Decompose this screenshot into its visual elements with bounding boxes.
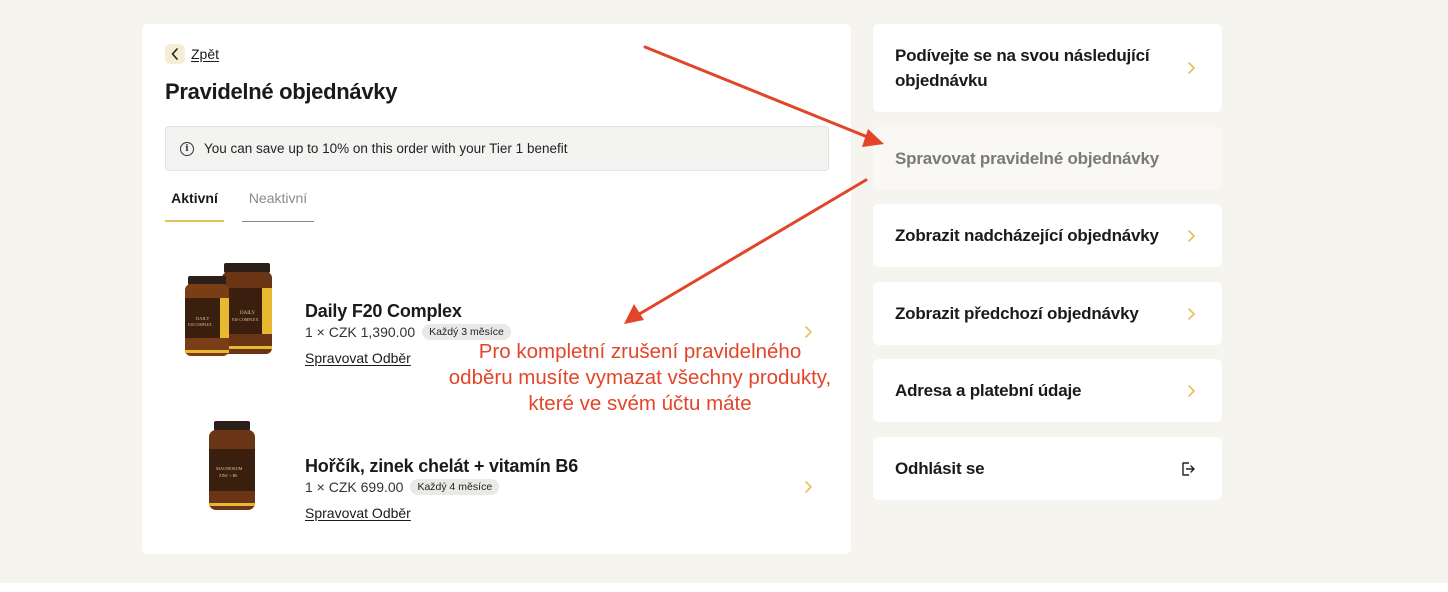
chevron-right-icon[interactable] bbox=[802, 324, 814, 340]
info-banner: i You can save up to 10% on this order w… bbox=[165, 126, 829, 171]
chevron-right-icon bbox=[1188, 229, 1195, 242]
frequency-badge: Každý 3 měsíce bbox=[422, 324, 511, 340]
manage-subscription-link[interactable]: Spravovat Odběr bbox=[305, 505, 411, 521]
back-label[interactable]: Zpět bbox=[191, 46, 219, 62]
svg-text:MAGNESIUM: MAGNESIUM bbox=[216, 466, 243, 471]
product-price-line: 1 × CZK 1,390.00 Každý 3 měsíce bbox=[305, 324, 511, 340]
svg-text:ZINC + B6: ZINC + B6 bbox=[219, 473, 237, 478]
info-icon: i bbox=[180, 141, 194, 156]
sidebar-item-label: Adresa a platební údaje bbox=[895, 381, 1082, 400]
chevron-right-icon bbox=[1188, 384, 1195, 397]
tab-inactive[interactable]: Neaktivní bbox=[242, 190, 314, 222]
product-image: MAGNESIUM ZINC + B6 bbox=[209, 421, 255, 510]
product-price-line: 1 × CZK 699.00 Každý 4 měsíce bbox=[305, 479, 500, 495]
sidebar-item-label: Podívejte se na svou následující objedná… bbox=[895, 46, 1150, 90]
logout-icon bbox=[1182, 461, 1195, 476]
annotation-text: Pro kompletní zrušení pravidelného odběr… bbox=[420, 339, 860, 417]
sidebar-item-upcoming-orders[interactable]: Zobrazit nadcházející objednávky bbox=[873, 204, 1222, 267]
sidebar-item-label: Zobrazit předchozí objednávky bbox=[895, 304, 1139, 323]
chevron-right-icon bbox=[1188, 307, 1195, 320]
page-title: Pravidelné objednávky bbox=[165, 79, 398, 104]
subscriptions-card: Zpět Pravidelné objednávky i You can sav… bbox=[142, 24, 851, 554]
sidebar-item-label: Odhlásit se bbox=[895, 459, 985, 478]
frequency-badge: Každý 4 měsíce bbox=[410, 479, 500, 495]
sidebar-item-manage-subscriptions[interactable]: Spravovat pravidelné objednávky bbox=[873, 127, 1222, 190]
svg-text:F20 COMPLEX: F20 COMPLEX bbox=[232, 317, 258, 322]
svg-text:DAILY: DAILY bbox=[240, 311, 255, 316]
sidebar-item-logout[interactable]: Odhlásit se bbox=[873, 437, 1222, 500]
manage-subscription-link[interactable]: Spravovat Odběr bbox=[305, 350, 411, 366]
product-name: Daily F20 Complex bbox=[305, 301, 462, 321]
info-banner-text: You can save up to 10% on this order wit… bbox=[204, 141, 568, 156]
chevron-left-icon bbox=[165, 44, 185, 64]
annotation-line: Pro kompletní zrušení pravidelného bbox=[478, 340, 802, 363]
product-name: Hořčík, zinek chelát + vitamín B6 bbox=[305, 456, 579, 476]
product-price: 1 × CZK 699.00 bbox=[305, 479, 404, 495]
sidebar-item-label: Spravovat pravidelné objednávky bbox=[895, 149, 1160, 168]
svg-text:F20 COMPLEX: F20 COMPLEX bbox=[188, 323, 212, 327]
product-image: DAILY F20 COMPLEX DAILY F20 COMPLEX bbox=[185, 263, 272, 356]
svg-text:DAILY: DAILY bbox=[196, 316, 210, 321]
sidebar-item-next-order[interactable]: Podívejte se na svou následující objedná… bbox=[873, 24, 1222, 112]
product-price: 1 × CZK 1,390.00 bbox=[305, 324, 416, 340]
product-row: MAGNESIUM ZINC + B6 Hořčík, zinek chelát… bbox=[182, 415, 822, 525]
annotation-line: odběru musíte vymazat všechny produkty, bbox=[448, 366, 832, 389]
chevron-right-icon[interactable] bbox=[802, 479, 814, 495]
back-link[interactable]: Zpět bbox=[165, 44, 219, 64]
chevron-right-icon bbox=[1188, 62, 1195, 74]
sidebar-item-previous-orders[interactable]: Zobrazit předchozí objednávky bbox=[873, 282, 1222, 345]
annotation-line: které ve svém účtu máte bbox=[528, 392, 752, 415]
sidebar-item-label: Zobrazit nadcházející objednávky bbox=[895, 226, 1159, 245]
sidebar-item-address-payment[interactable]: Adresa a platební údaje bbox=[873, 359, 1222, 422]
tab-active[interactable]: Aktivní bbox=[165, 190, 224, 222]
